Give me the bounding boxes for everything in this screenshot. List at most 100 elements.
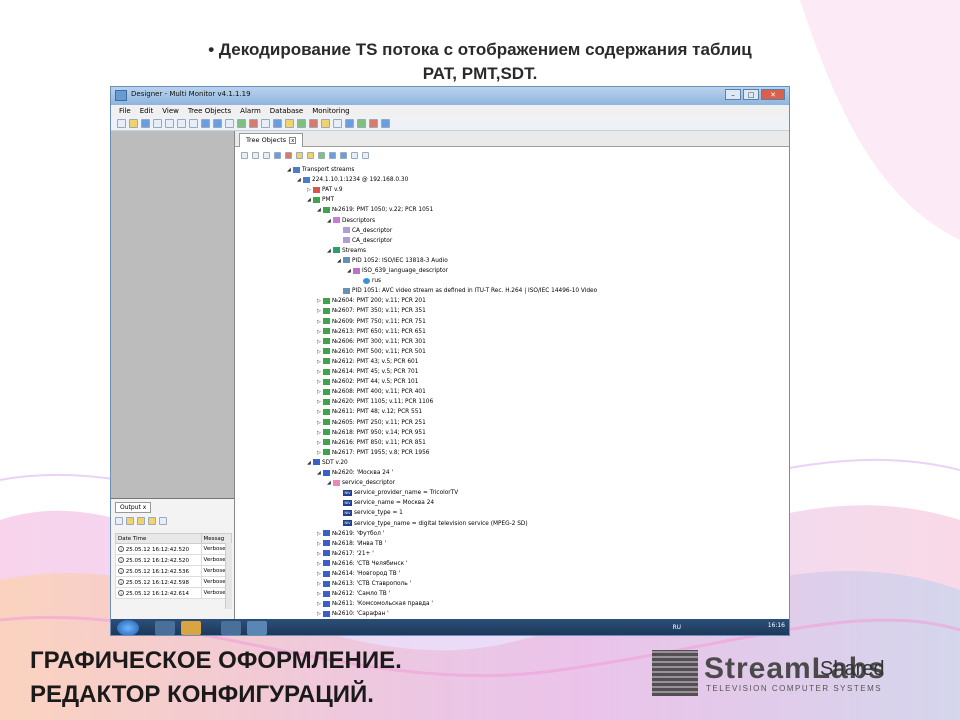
export-icon[interactable] (362, 151, 369, 159)
close-icon[interactable]: x (289, 137, 297, 144)
add-node-icon[interactable] (274, 151, 281, 159)
tree-node[interactable]: NIV service_type_name = digital televisio… (337, 519, 528, 529)
tree-node[interactable]: ◢ PMT (307, 195, 334, 205)
table-row[interactable]: i 25.05.12 16:12:42.598 Verbose (115, 576, 232, 588)
key-icon[interactable] (321, 119, 330, 128)
undo-icon[interactable] (189, 119, 198, 128)
language-indicator[interactable]: RU (672, 624, 681, 631)
column-header-message[interactable]: Messag (200, 533, 232, 544)
close-icon[interactable]: x (143, 504, 147, 511)
tree-node[interactable]: ▷ №2607: PMT 350; v.11; PCR 351 (317, 306, 426, 316)
alarm-icon[interactable] (369, 119, 378, 128)
tree-node[interactable]: ▷ №2613: 'СТВ Ставрополь ' (317, 579, 411, 589)
layout-icon[interactable] (213, 119, 222, 128)
filter-error-icon[interactable] (126, 517, 134, 525)
output-scrollbar[interactable] (225, 543, 232, 609)
tree-node[interactable]: ▷ №2618: PMT 950; v.14; PCR 951 (317, 428, 426, 438)
save-icon[interactable] (141, 119, 150, 128)
tree-node[interactable]: ◢ PID 1052: ISO/IEC 13818-3 Audio (337, 256, 448, 266)
database-icon[interactable] (381, 119, 390, 128)
link-icon[interactable] (318, 151, 325, 159)
tree-node[interactable]: rus (357, 276, 381, 286)
filter-icon[interactable] (261, 119, 270, 128)
table-row[interactable]: i 25.05.12 16:12:42.520 Verbose (115, 543, 232, 555)
edit-icon[interactable] (296, 151, 303, 159)
filter-info-icon[interactable] (148, 517, 156, 525)
refresh-icon[interactable] (273, 119, 282, 128)
tree-node[interactable]: ▷ №2602: PMT 44; v.5; PCR 101 (317, 377, 418, 387)
tree-node[interactable]: CA_descriptor (337, 236, 392, 246)
tree-node[interactable]: NIV service_name = Москва 24 (337, 498, 434, 508)
find-icon[interactable] (263, 151, 270, 159)
taskbar-designer-icon[interactable] (247, 621, 267, 635)
tree-node[interactable]: ▷ №2609: PMT 750; v.11; PCR 751 (317, 317, 426, 327)
filter-warning-icon[interactable] (137, 517, 145, 525)
tree-node[interactable]: ◢ 224.1.10.1:1234 @ 192.168.0.30 (297, 175, 408, 185)
tree-node[interactable]: ▷ №2612: 'Самло ТВ ' (317, 589, 390, 599)
play-icon[interactable] (297, 119, 306, 128)
copy-icon[interactable] (165, 119, 174, 128)
tree-node[interactable]: ▷ №2610: PMT 500; v.11; PCR 501 (317, 347, 426, 357)
tree-node[interactable]: ▷ №2605: PMT 250; v.11; PCR 251 (317, 418, 426, 428)
tree-node[interactable]: ◢ Streams (327, 246, 366, 256)
table-row[interactable]: i 25.05.12 16:12:42.536 Verbose (115, 565, 232, 577)
tree-node[interactable]: ▷ №2620: PMT 1105; v.11; PCR 1106 (317, 397, 433, 407)
tree-icon[interactable] (201, 119, 210, 128)
tree-node[interactable]: ▷ №2617: '21+ ' (317, 549, 374, 559)
expand-icon[interactable] (241, 151, 248, 159)
menu-file[interactable]: File (119, 107, 131, 115)
tree-node[interactable]: ◢ Transport streams (287, 165, 354, 175)
tree-node[interactable]: ▷ №2606: PMT 300; v.11; PCR 301 (317, 337, 426, 347)
tag-icon[interactable] (307, 151, 314, 159)
tree-node[interactable]: ▷ №2612: PMT 43; v.5; PCR 601 (317, 357, 418, 367)
delete-node-icon[interactable] (285, 151, 292, 159)
remove-icon[interactable] (249, 119, 258, 128)
folder-icon[interactable] (285, 119, 294, 128)
tree-node[interactable]: ▷ №2614: 'Новгород ТВ ' (317, 569, 400, 579)
tree-node[interactable]: ▷ №2611: 'Комсомольская правда ' (317, 599, 433, 609)
tab-output[interactable]: Output x (115, 502, 152, 513)
collapse-icon[interactable] (252, 151, 259, 159)
tree-node[interactable]: ◢ №2619: PMT 1050; v.22; PCR 1051 (317, 205, 433, 215)
tree-node[interactable]: ▷ PAT v.9 (307, 185, 343, 195)
menu-view[interactable]: View (162, 107, 179, 115)
maximize-button[interactable]: □ (743, 89, 759, 100)
menu-monitoring[interactable]: Monitoring (312, 107, 349, 115)
tree-node[interactable]: ▷ №2618: 'Инва ТВ ' (317, 539, 386, 549)
new-icon[interactable] (117, 119, 126, 128)
tree-node[interactable]: ◢ SDT v.20 (307, 458, 348, 468)
menu-database[interactable]: Database (270, 107, 303, 115)
tree-node[interactable]: ◢ №2620: 'Москва 24 ' (317, 468, 393, 478)
stop-icon[interactable] (309, 119, 318, 128)
grid-icon[interactable] (225, 119, 234, 128)
move-up-icon[interactable] (329, 151, 336, 159)
clock[interactable]: 16:16 (768, 622, 785, 629)
tree-node[interactable]: CA_descriptor (337, 226, 392, 236)
move-down-icon[interactable] (340, 151, 347, 159)
paste-icon[interactable] (177, 119, 186, 128)
tree-node[interactable]: ◢ ISO_639_language_descriptor (347, 266, 448, 276)
tree-node[interactable]: ▷ №2617: PMT 1955; v.8; PCR 1956 (317, 448, 429, 458)
add-icon[interactable] (237, 119, 246, 128)
tree-node[interactable]: ▷ №2604: PMT 200; v.11; PCR 201 (317, 296, 426, 306)
menu-edit[interactable]: Edit (140, 107, 154, 115)
tree-node[interactable]: ▷ №2616: PMT 850; v.11; PCR 851 (317, 438, 426, 448)
tree-node[interactable]: ◢ service_descriptor (327, 478, 395, 488)
menu-tree-objects[interactable]: Tree Objects (188, 107, 231, 115)
open-icon[interactable] (129, 119, 138, 128)
tree-node[interactable]: PID 1051: AVC video stream as defined in… (337, 286, 597, 296)
minimize-button[interactable]: – (725, 89, 741, 100)
tree-node[interactable]: NIV service_type = 1 (337, 508, 403, 518)
table-row[interactable]: i 25.05.12 16:12:42.614 Verbose (115, 587, 232, 599)
settings-icon[interactable] (333, 119, 342, 128)
tree-node[interactable]: ▷ №2616: 'СТВ Челябинск ' (317, 559, 408, 569)
filter-verbose-icon[interactable] (159, 517, 167, 525)
tree-node[interactable]: NIV service_provider_name = TricolorTV (337, 488, 458, 498)
monitor-icon[interactable] (345, 119, 354, 128)
tree-node[interactable]: ▷ №2611: PMT 48; v.12; PCR 551 (317, 407, 422, 417)
column-header-date-time[interactable]: Date Time (115, 533, 202, 544)
tree-node[interactable]: ▷ №2610: 'Сарафан ' (317, 609, 389, 619)
tree-node[interactable]: ▷ №2613: PMT 650; v.11; PCR 651 (317, 327, 426, 337)
table-row[interactable]: i 25.05.12 16:12:42.520 Verbose (115, 554, 232, 566)
chart-icon[interactable] (357, 119, 366, 128)
